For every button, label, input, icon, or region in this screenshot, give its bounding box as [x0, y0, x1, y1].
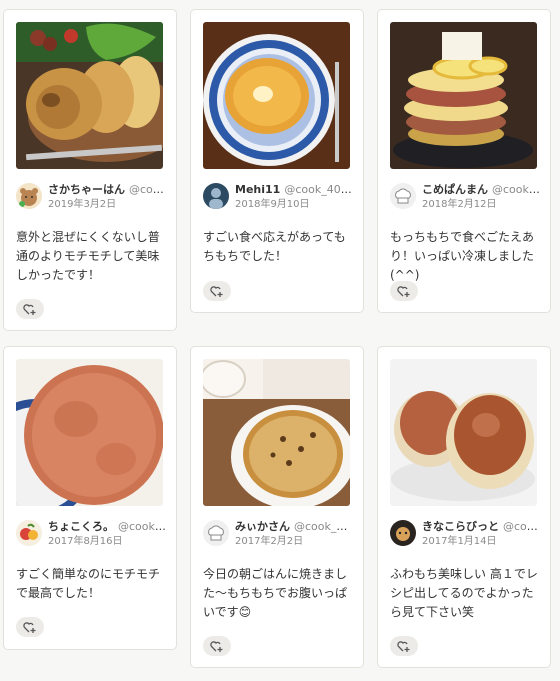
feedback-grid: さかちゃーはん @cook_... 2019年3月2日 意外と混ぜにくくないし普通… — [0, 0, 560, 681]
author-id: @cook_40... — [118, 520, 166, 533]
post-date: 2017年1月14日 — [422, 536, 497, 547]
author-name-line[interactable]: みぃかさん @cook_40... — [235, 519, 353, 534]
feedback-card[interactable]: みぃかさん @cook_40... 2017年2月2日 今日の朝ごはんに焼きました… — [190, 346, 364, 668]
like-button[interactable] — [390, 636, 418, 656]
comment-text: 今日の朝ごはんに焼きました〜もちもちでお腹いっぱいです😊 — [203, 567, 348, 619]
heart-plus-icon — [397, 286, 410, 297]
dish-photo[interactable] — [203, 22, 350, 169]
author-row: こめぱんまん @cook_4... 2018年2月12日 — [390, 182, 540, 214]
like-button[interactable] — [203, 281, 231, 301]
post-date: 2019年3月2日 — [48, 199, 117, 210]
author-name[interactable]: Mehi11 — [235, 183, 280, 196]
person-avatar-icon[interactable] — [203, 183, 229, 209]
author-name-line[interactable]: ちょこくろ。 @cook_40... — [48, 519, 166, 534]
feedback-card[interactable]: ちょこくろ。 @cook_40... 2017年8月16日 すごく簡単なのにモチモ… — [3, 346, 177, 650]
comment-text: すごい食べ応えがあってもちもちでした！ — [203, 230, 346, 263]
author-row: きなこらびっと @cook_... 2017年1月14日 — [390, 519, 540, 551]
like-button[interactable] — [390, 281, 418, 301]
feedback-card[interactable]: きなこらびっと @cook_... 2017年1月14日 ふわもち美味しい 高１で… — [377, 346, 551, 668]
author-name[interactable]: こめぱんまん — [422, 183, 488, 196]
author-name[interactable]: きなこらびっと — [422, 520, 499, 533]
dish-photo[interactable] — [203, 359, 350, 506]
like-button[interactable] — [203, 636, 231, 656]
feedback-card[interactable]: こめぱんまん @cook_4... 2018年2月12日 もっちもちで食べごたえあ… — [377, 9, 551, 313]
heart-plus-icon — [210, 641, 223, 652]
chef-hat-icon[interactable] — [390, 183, 416, 209]
chef-hat-icon[interactable] — [203, 520, 229, 546]
author-row: ちょこくろ。 @cook_40... 2017年8月16日 — [16, 519, 166, 551]
author-row: みぃかさん @cook_40... 2017年2月2日 — [203, 519, 353, 551]
author-name[interactable]: みぃかさん — [235, 520, 290, 533]
author-row: Mehi11 @cook_408... 2018年9月10日 — [203, 182, 353, 214]
comment-text: ふわもち美味しい 高１でレシピ出してるのでよかったら見て下さい笑 — [390, 567, 538, 619]
author-id: @cook_40... — [294, 520, 353, 533]
post-date: 2017年8月16日 — [48, 536, 123, 547]
heart-plus-icon — [23, 304, 36, 315]
author-id: @cook_... — [503, 520, 540, 533]
author-row: さかちゃーはん @cook_... 2019年3月2日 — [16, 182, 166, 214]
author-name-line[interactable]: こめぱんまん @cook_4... — [422, 182, 540, 197]
comment-text: すごく簡単なのにモチモチで最高でした！ — [16, 567, 161, 600]
like-button[interactable] — [16, 299, 44, 319]
post-date: 2018年9月10日 — [235, 199, 310, 210]
dish-photo[interactable] — [16, 359, 163, 506]
author-name[interactable]: ちょこくろ。 — [48, 520, 114, 533]
bear-avatar-icon[interactable] — [16, 183, 42, 209]
author-name-line[interactable]: さかちゃーはん @cook_... — [48, 182, 166, 197]
dish-photo[interactable] — [390, 359, 537, 506]
dish-photo[interactable] — [16, 22, 163, 169]
post-date: 2018年2月12日 — [422, 199, 497, 210]
feedback-card[interactable]: さかちゃーはん @cook_... 2019年3月2日 意外と混ぜにくくないし普通… — [3, 9, 177, 331]
comment-text: もっちもちで食べごたえあり！いっぱい冷凍しました(^^) — [390, 230, 535, 282]
heart-plus-icon — [210, 286, 223, 297]
feedback-card[interactable]: Mehi11 @cook_408... 2018年9月10日 すごい食べ応えがあっ… — [190, 9, 364, 313]
author-name[interactable]: さかちゃーはん — [48, 183, 125, 196]
author-name-line[interactable]: きなこらびっと @cook_... — [422, 519, 540, 534]
dish-photo[interactable] — [390, 22, 537, 169]
heart-plus-icon — [397, 641, 410, 652]
heart-plus-icon — [23, 622, 36, 633]
animal-avatar-icon[interactable] — [390, 520, 416, 546]
comment-text: 意外と混ぜにくくないし普通のよりモチモチして美味しかったです！ — [16, 230, 160, 282]
post-date: 2017年2月2日 — [235, 536, 304, 547]
author-id: @cook_4... — [492, 183, 540, 196]
author-name-line[interactable]: Mehi11 @cook_408... — [235, 182, 353, 197]
fruit-avatar-icon[interactable] — [16, 520, 42, 546]
author-id: @cook_... — [129, 183, 166, 196]
like-button[interactable] — [16, 617, 44, 637]
author-id: @cook_408... — [284, 183, 353, 196]
